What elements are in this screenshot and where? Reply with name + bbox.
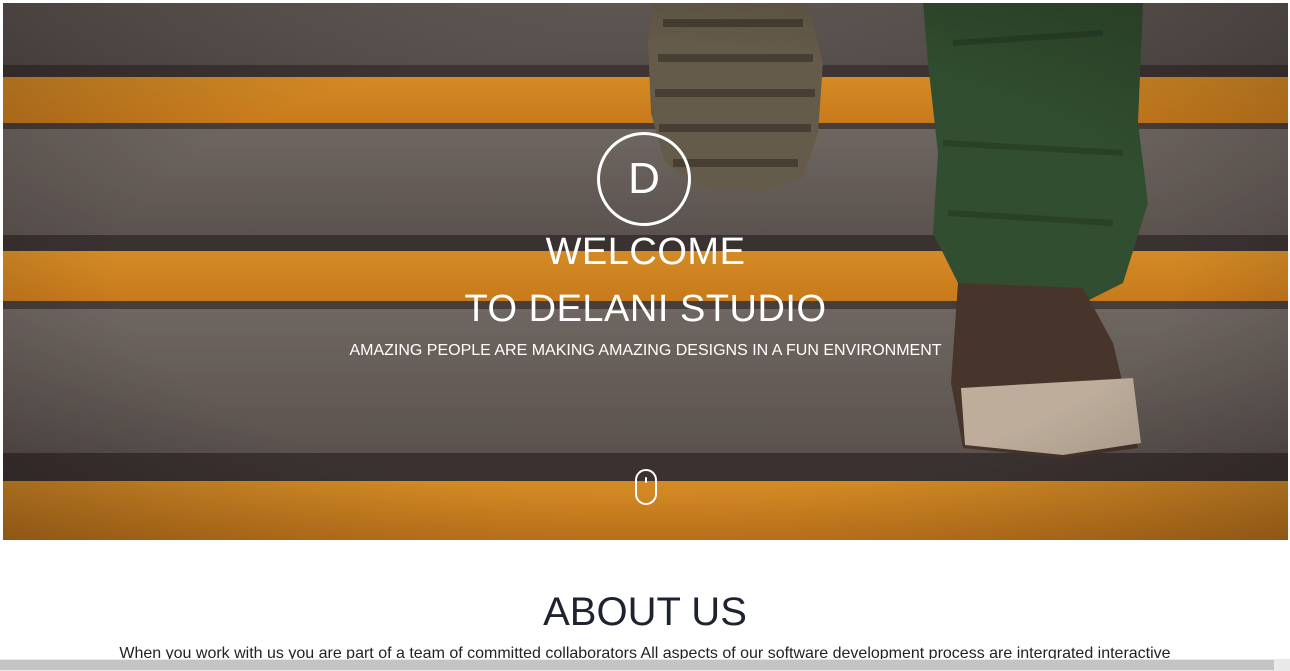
hero-section: D WELCOME TO DELANI STUDIO AMAZING PEOPL… <box>3 3 1288 540</box>
hero-title-line2: TO DELANI STUDIO <box>464 288 827 330</box>
horizontal-scrollbar[interactable] <box>0 659 1290 671</box>
page: D WELCOME TO DELANI STUDIO AMAZING PEOPL… <box>0 0 1290 671</box>
horizontal-scrollbar-thumb[interactable] <box>0 660 1274 670</box>
brand-logo: D <box>597 132 691 226</box>
mouse-scroll-icon[interactable] <box>635 469 657 505</box>
hero-subtitle: AMAZING PEOPLE ARE MAKING AMAZING DESIGN… <box>349 342 942 359</box>
scroll-wheel <box>645 477 647 483</box>
about-title: ABOUT US <box>543 590 747 634</box>
hero-title-line1: WELCOME <box>545 231 746 273</box>
